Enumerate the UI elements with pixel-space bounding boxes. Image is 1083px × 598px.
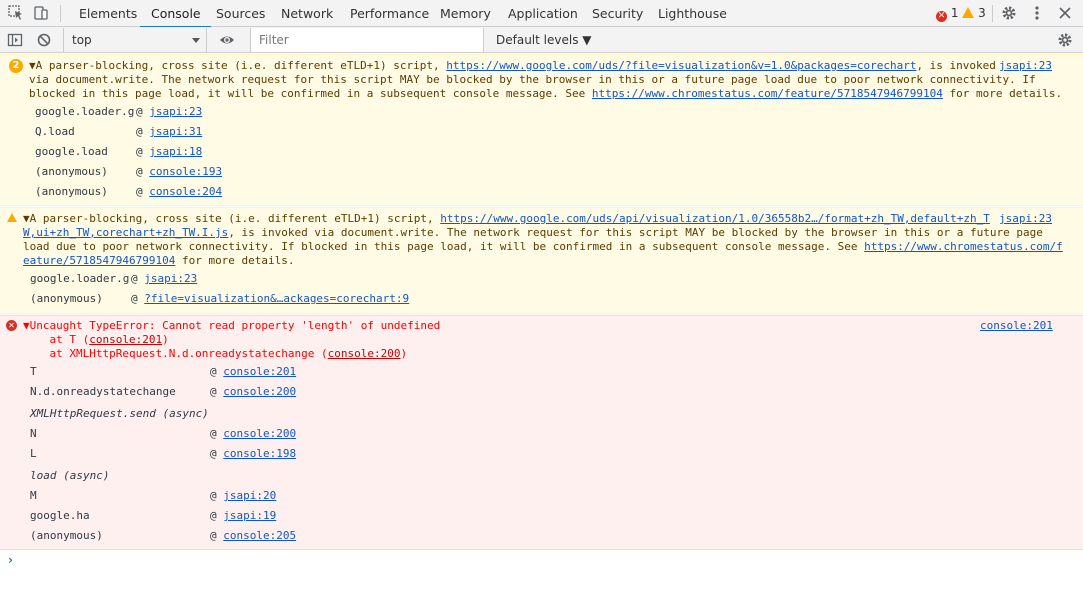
stack-frame-link[interactable]: jsapi:31 <box>149 125 202 138</box>
stack-frame-link[interactable]: jsapi:20 <box>223 489 276 502</box>
warning-count-icon <box>962 7 975 18</box>
chromestatus-link[interactable]: https://www.chromestatus.com/feature/571… <box>592 87 943 100</box>
device-toolbar-icon[interactable] <box>33 5 49 21</box>
message-text-line[interactable]: ▼Uncaught TypeError: Cannot read propert… <box>23 319 440 333</box>
tab-network[interactable]: Network <box>281 0 333 27</box>
execution-context-select[interactable]: top <box>63 28 207 52</box>
message-source-link[interactable]: jsapi:23 <box>999 59 1052 73</box>
stack-frame-link[interactable]: console:204 <box>149 185 222 198</box>
tab-elements[interactable]: Elements <box>79 0 137 27</box>
warning-count: 3 <box>978 6 986 20</box>
console-error-message: ✕ ▼Uncaught TypeError: Cannot read prope… <box>0 315 1083 550</box>
message-text-line: load due to poor network connectivity. I… <box>23 240 1063 253</box>
stack-frame-link[interactable]: console:201 <box>89 333 162 346</box>
tab-application[interactable]: Application <box>508 0 578 27</box>
context-label: top <box>72 33 92 47</box>
console-warning-message: ▼A parser-blocking, cross site (i.e. dif… <box>0 207 1083 314</box>
console-settings-gear-icon[interactable] <box>1057 32 1073 48</box>
message-source-link[interactable]: console:201 <box>980 319 1053 333</box>
inspect-element-icon[interactable] <box>8 5 24 21</box>
stack-frame-link[interactable]: jsapi:23 <box>144 272 197 285</box>
settings-gear-icon[interactable] <box>1001 5 1017 21</box>
close-icon[interactable] <box>1057 5 1073 21</box>
error-count-icon: ✕ <box>936 11 947 22</box>
error-icon: ✕ <box>6 320 17 331</box>
tab-console[interactable]: Console <box>140 0 211 28</box>
async-boundary: load (async) <box>30 469 110 482</box>
show-sidebar-icon[interactable] <box>7 32 23 48</box>
message-text-line: blocked in this page load, it will be co… <box>29 87 1063 100</box>
console-prompt-chevron-icon[interactable]: › <box>8 553 13 567</box>
tab-lighthouse[interactable]: Lighthouse <box>658 0 727 27</box>
message-text-line: W,ui+zh_TW,corechart+zh_TW.I.js, is invo… <box>23 226 1043 239</box>
console-warning-message: 2 ▼A parser-blocking, cross site (i.e. d… <box>0 54 1083 206</box>
stack-frame-link[interactable]: console:205 <box>223 529 296 542</box>
message-text-line[interactable]: ▼A parser-blocking, cross site (i.e. dif… <box>29 59 996 73</box>
clear-console-icon[interactable] <box>36 32 52 48</box>
tab-sources[interactable]: Sources <box>216 0 265 27</box>
stack-frame-link[interactable]: console:200 <box>223 427 296 440</box>
chromestatus-link[interactable]: eature/5718547946799104 <box>23 254 175 267</box>
tab-performance[interactable]: Performance <box>350 0 429 27</box>
toolbar-divider <box>60 5 61 22</box>
toolbar-divider <box>992 5 993 22</box>
devtools-tab-bar: Elements Console Sources Network Perform… <box>0 0 1083 28</box>
stack-frame-link[interactable]: jsapi:19 <box>223 509 276 522</box>
live-expression-eye-icon[interactable] <box>219 32 235 48</box>
error-count: 1 <box>950 6 959 20</box>
message-source-link[interactable]: jsapi:23 <box>999 212 1052 226</box>
issues-counter[interactable]: ✕ 1 3 <box>936 0 986 27</box>
stack-frame-link[interactable]: console:200 <box>328 347 401 360</box>
stack-frame-link[interactable]: console:198 <box>223 447 296 460</box>
stack-frame-link[interactable]: console:193 <box>149 165 222 178</box>
stack-frame-link[interactable]: jsapi:18 <box>149 145 202 158</box>
stack-frame-link[interactable]: console:200 <box>223 385 296 398</box>
script-url-link[interactable]: https://www.google.com/uds/?file=visuali… <box>446 59 916 72</box>
chromestatus-link[interactable]: https://www.chromestatus.com/f <box>864 240 1063 253</box>
log-levels-dropdown[interactable]: Default levels ▼ <box>496 27 592 53</box>
repeat-count-badge: 2 <box>9 59 23 73</box>
stack-frame-link[interactable]: console:201 <box>223 365 296 378</box>
message-text-line: via document.write. The network request … <box>29 73 1036 86</box>
message-text-line: at T (console:201) <box>23 333 169 346</box>
script-url-link[interactable]: https://www.google.com/uds/api/visualiza… <box>440 212 990 225</box>
tab-memory[interactable]: Memory <box>440 0 491 27</box>
message-text-line[interactable]: ▼A parser-blocking, cross site (i.e. dif… <box>23 212 990 226</box>
stack-frame-link[interactable]: ?file=visualization&…ackages=corechart:9 <box>144 292 409 305</box>
script-url-link[interactable]: W,ui+zh_TW,corechart+zh_TW.I.js <box>23 226 228 239</box>
chevron-down-icon <box>192 38 200 43</box>
stack-frame-link[interactable]: jsapi:23 <box>149 105 202 118</box>
message-text-line: at XMLHttpRequest.N.d.onreadystatechange… <box>23 347 408 360</box>
warning-icon <box>7 213 17 222</box>
filter-field[interactable] <box>250 28 484 52</box>
message-text-line: eature/5718547946799104 for more details… <box>23 254 295 267</box>
tab-security[interactable]: Security <box>592 0 643 27</box>
async-boundary: XMLHttpRequest.send (async) <box>30 407 209 420</box>
filter-input[interactable] <box>257 28 481 52</box>
more-options-icon[interactable] <box>1029 5 1045 21</box>
